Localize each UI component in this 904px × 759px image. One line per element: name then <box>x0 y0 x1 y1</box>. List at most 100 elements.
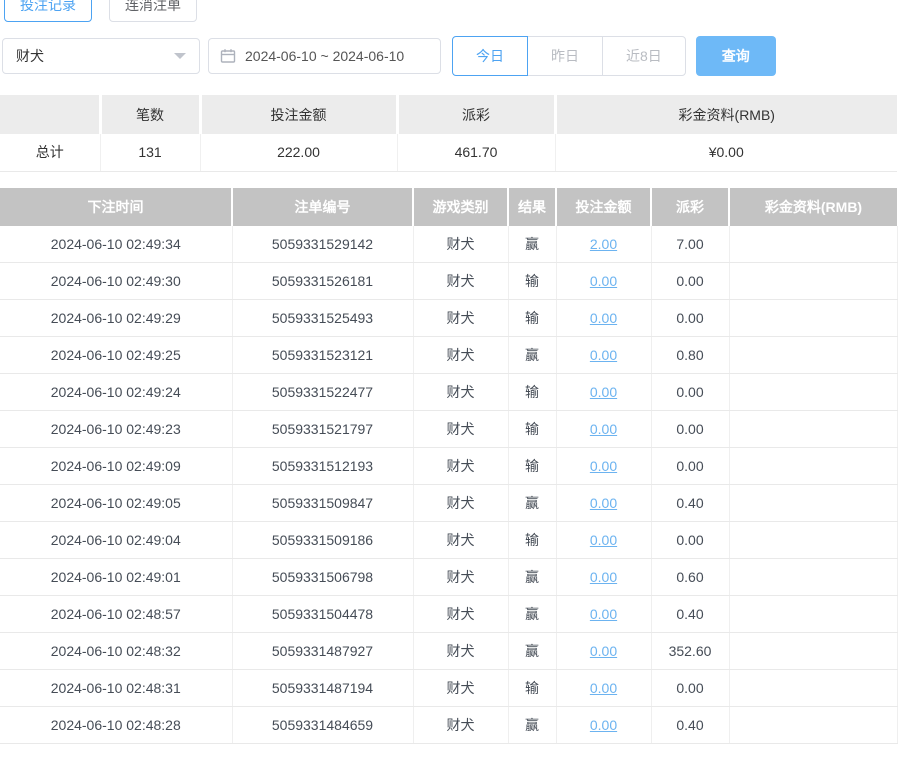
bonus-cell <box>729 485 897 522</box>
summary-table: 笔数 投注金额 派彩 彩金资料(RMB) 总计 131 222.00 461.7… <box>0 95 897 172</box>
bet-amount-cell: 0.00 <box>556 670 651 707</box>
payout-cell: 0.00 <box>651 411 729 448</box>
summary-header-count: 笔数 <box>100 95 200 134</box>
bonus-cell <box>729 596 897 633</box>
result-cell: 输 <box>508 448 556 485</box>
game-type-cell: 财犬 <box>413 300 508 337</box>
payout-cell: 0.00 <box>651 300 729 337</box>
tab-cancelled-orders[interactable]: 连消注单 <box>109 0 197 22</box>
bonus-cell <box>729 411 897 448</box>
chevron-down-icon <box>174 53 186 59</box>
result-cell: 输 <box>508 263 556 300</box>
game-type-cell: 财犬 <box>413 559 508 596</box>
bonus-cell <box>729 448 897 485</box>
result-cell: 输 <box>508 522 556 559</box>
bet-time-cell: 2024-06-10 02:49:01 <box>0 559 232 596</box>
bet-amount-link[interactable]: 0.00 <box>590 273 617 289</box>
records-table-head-row: 下注时间注单编号游戏类别结果投注金额派彩彩金资料(RMB) <box>0 188 897 226</box>
bet-amount-link[interactable]: 0.00 <box>590 421 617 437</box>
column-header: 下注时间 <box>0 188 232 226</box>
column-header: 游戏类别 <box>413 188 508 226</box>
bet-amount-cell: 0.00 <box>556 448 651 485</box>
bet-amount-link[interactable]: 0.00 <box>590 717 617 733</box>
payout-cell: 0.40 <box>651 707 729 744</box>
result-cell: 输 <box>508 411 556 448</box>
game-type-cell: 财犬 <box>413 522 508 559</box>
table-row: 2024-06-10 02:48:315059331487194财犬输0.000… <box>0 670 897 707</box>
payout-cell: 0.00 <box>651 522 729 559</box>
bet-amount-cell: 0.00 <box>556 707 651 744</box>
summary-header-empty <box>0 95 100 134</box>
table-row: 2024-06-10 02:49:255059331523121财犬赢0.000… <box>0 337 897 374</box>
table-row: 2024-06-10 02:48:575059331504478财犬赢0.000… <box>0 596 897 633</box>
payout-cell: 0.00 <box>651 374 729 411</box>
bet-amount-link[interactable]: 0.00 <box>590 569 617 585</box>
bet-amount-link[interactable]: 0.00 <box>590 458 617 474</box>
today-button[interactable]: 今日 <box>452 36 528 76</box>
table-row: 2024-06-10 02:48:285059331484659财犬赢0.000… <box>0 707 897 744</box>
bet-time-cell: 2024-06-10 02:48:28 <box>0 707 232 744</box>
date-range-picker[interactable]: 2024-06-10 ~ 2024-06-10 <box>208 38 441 74</box>
game-type-cell: 财犬 <box>413 374 508 411</box>
payout-cell: 0.00 <box>651 448 729 485</box>
table-row: 2024-06-10 02:49:235059331521797财犬输0.000… <box>0 411 897 448</box>
summary-header-bonus: 彩金资料(RMB) <box>555 95 897 134</box>
bet-time-cell: 2024-06-10 02:49:25 <box>0 337 232 374</box>
column-header: 注单编号 <box>232 188 413 226</box>
records-table: 下注时间注单编号游戏类别结果投注金额派彩彩金资料(RMB) 2024-06-10… <box>0 188 898 745</box>
order-id-cell: 5059331504478 <box>232 596 413 633</box>
bonus-cell <box>729 633 897 670</box>
table-row: 2024-06-10 02:49:015059331506798财犬赢0.000… <box>0 559 897 596</box>
summary-total-bonus: ¥0.00 <box>555 134 897 171</box>
result-cell: 赢 <box>508 337 556 374</box>
order-id-cell: 5059331506798 <box>232 559 413 596</box>
result-cell: 赢 <box>508 596 556 633</box>
bet-amount-link[interactable]: 0.00 <box>590 384 617 400</box>
bet-time-cell: 2024-06-10 02:48:31 <box>0 670 232 707</box>
bet-amount-link[interactable]: 0.00 <box>590 532 617 548</box>
game-select[interactable]: 财犬 <box>2 38 200 74</box>
bonus-cell <box>729 263 897 300</box>
bet-amount-link[interactable]: 0.00 <box>590 643 617 659</box>
game-type-cell: 财犬 <box>413 633 508 670</box>
game-select-value: 财犬 <box>16 46 44 66</box>
bet-amount-link[interactable]: 0.00 <box>590 310 617 326</box>
order-id-cell: 5059331523121 <box>232 337 413 374</box>
result-cell: 赢 <box>508 559 556 596</box>
bet-time-cell: 2024-06-10 02:49:24 <box>0 374 232 411</box>
order-id-cell: 5059331484659 <box>232 707 413 744</box>
records-table-body: 2024-06-10 02:49:345059331529142财犬赢2.007… <box>0 226 897 744</box>
bonus-cell <box>729 707 897 744</box>
order-id-cell: 5059331526181 <box>232 263 413 300</box>
yesterday-button[interactable]: 昨日 <box>527 36 603 76</box>
bet-amount-link[interactable]: 0.00 <box>590 347 617 363</box>
result-cell: 赢 <box>508 485 556 522</box>
order-id-cell: 5059331529142 <box>232 226 413 263</box>
bet-amount-cell: 0.00 <box>556 485 651 522</box>
bet-amount-cell: 0.00 <box>556 596 651 633</box>
bet-amount-link[interactable]: 0.00 <box>590 606 617 622</box>
last-8-days-button[interactable]: 近8日 <box>602 36 686 76</box>
payout-cell: 0.80 <box>651 337 729 374</box>
query-button[interactable]: 查询 <box>696 36 776 76</box>
table-row: 2024-06-10 02:49:305059331526181财犬输0.000… <box>0 263 897 300</box>
bet-time-cell: 2024-06-10 02:49:30 <box>0 263 232 300</box>
result-cell: 输 <box>508 374 556 411</box>
summary-total-count: 131 <box>100 134 200 171</box>
bet-time-cell: 2024-06-10 02:49:09 <box>0 448 232 485</box>
bet-amount-link[interactable]: 0.00 <box>590 680 617 696</box>
payout-cell: 0.40 <box>651 596 729 633</box>
bonus-cell <box>729 337 897 374</box>
table-row: 2024-06-10 02:49:345059331529142财犬赢2.007… <box>0 226 897 263</box>
payout-cell: 0.00 <box>651 670 729 707</box>
summary-total-bet-amount: 222.00 <box>200 134 397 171</box>
column-header: 结果 <box>508 188 556 226</box>
tab-bet-records[interactable]: 投注记录 <box>4 0 92 22</box>
quick-date-buttons: 今日 昨日 近8日 <box>452 36 686 76</box>
bet-amount-cell: 0.00 <box>556 300 651 337</box>
bet-amount-link[interactable]: 2.00 <box>590 236 617 252</box>
filter-bar: 财犬 2024-06-10 ~ 2024-06-10 今日 昨日 近8日 查询 <box>2 36 904 76</box>
game-type-cell: 财犬 <box>413 707 508 744</box>
bet-amount-link[interactable]: 0.00 <box>590 495 617 511</box>
bet-amount-cell: 0.00 <box>556 522 651 559</box>
